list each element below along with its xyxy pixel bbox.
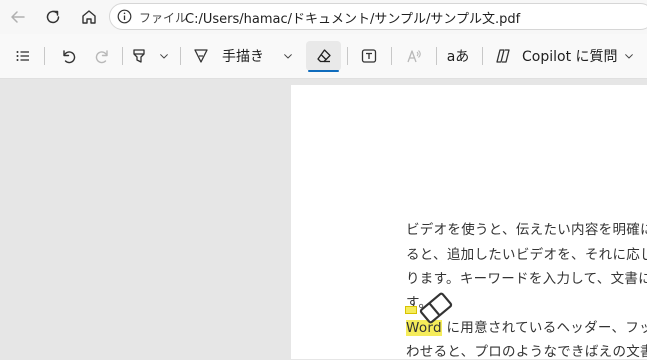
- highlighter-icon: [133, 49, 145, 63]
- eraser-icon: [317, 49, 331, 63]
- redo-button[interactable]: [90, 43, 116, 69]
- read-aloud-icon: [407, 50, 421, 63]
- toolbar-divider: [436, 47, 437, 65]
- doc-text-line: ると、追加したいビデオを、それに応じ: [406, 247, 647, 263]
- pen-icon: [194, 49, 208, 63]
- toolbar-divider: [122, 47, 123, 65]
- draw-label: 手描き: [222, 49, 264, 65]
- draw-button[interactable]: 手描き: [192, 43, 282, 69]
- read-aloud-button[interactable]: [401, 43, 427, 69]
- doc-text-line: ビデオを使うと、伝えたい内容を明確に: [406, 222, 647, 238]
- contents-button[interactable]: [10, 43, 36, 69]
- chevron-down-icon: [625, 54, 633, 59]
- toolbar-divider: [391, 47, 392, 65]
- copilot-button[interactable]: Copilot に質問: [494, 43, 618, 69]
- undo-icon: [63, 50, 76, 64]
- highlight-options-dropdown[interactable]: [155, 43, 173, 69]
- refresh-button[interactable]: [40, 4, 66, 30]
- active-tool-indicator: [308, 70, 339, 72]
- add-text-button[interactable]: [356, 43, 382, 69]
- url-path[interactable]: C:/Users/hamac/ドキュメント/サンプル/サンプル文.pdf: [185, 8, 520, 27]
- home-button[interactable]: [76, 4, 102, 30]
- copilot-label: Copilot に質問: [522, 49, 618, 65]
- eraser-button-icon-wrap[interactable]: [313, 43, 335, 69]
- url-field[interactable]: ファイル C:/Users/hamac/ドキュメント/サンプル/サンプル文.pd…: [109, 3, 647, 30]
- back-button[interactable]: [5, 4, 31, 30]
- copilot-icon: [496, 49, 510, 63]
- doc-text-rest: に用意されているヘッダー、フッ: [441, 320, 647, 336]
- home-icon: [82, 10, 96, 24]
- refresh-icon: [46, 10, 60, 24]
- redo-icon: [95, 50, 108, 64]
- list-icon: [16, 51, 29, 61]
- undo-button[interactable]: [55, 43, 81, 69]
- highlight-button[interactable]: [127, 43, 151, 69]
- pdf-toolbar: 手描き aあ Copilot に質問: [0, 34, 647, 79]
- text-direction-label: aあ: [446, 49, 470, 65]
- info-icon[interactable]: [117, 9, 132, 24]
- toolbar-divider: [44, 47, 45, 65]
- protocol-label: ファイル: [139, 11, 188, 25]
- doc-text-line: わせると、プロのようなできばえの文書: [406, 344, 647, 360]
- text-direction-button[interactable]: aあ: [445, 43, 471, 69]
- toolbar-divider: [482, 47, 483, 65]
- eraser-cursor-icon: [419, 292, 453, 324]
- arrow-left-icon: [11, 11, 25, 23]
- chevron-down-icon: [160, 54, 168, 59]
- text-box-icon: [361, 49, 377, 63]
- toolbar-divider: [180, 47, 181, 65]
- copilot-options-dropdown[interactable]: [620, 43, 638, 69]
- toolbar-divider: [347, 47, 348, 65]
- chevron-down-icon: [284, 54, 292, 59]
- doc-text-line: ります。キーワードを入力して、文書に: [406, 271, 647, 287]
- draw-options-dropdown[interactable]: [279, 43, 297, 69]
- address-bar: ファイル C:/Users/hamac/ドキュメント/サンプル/サンプル文.pd…: [0, 0, 647, 34]
